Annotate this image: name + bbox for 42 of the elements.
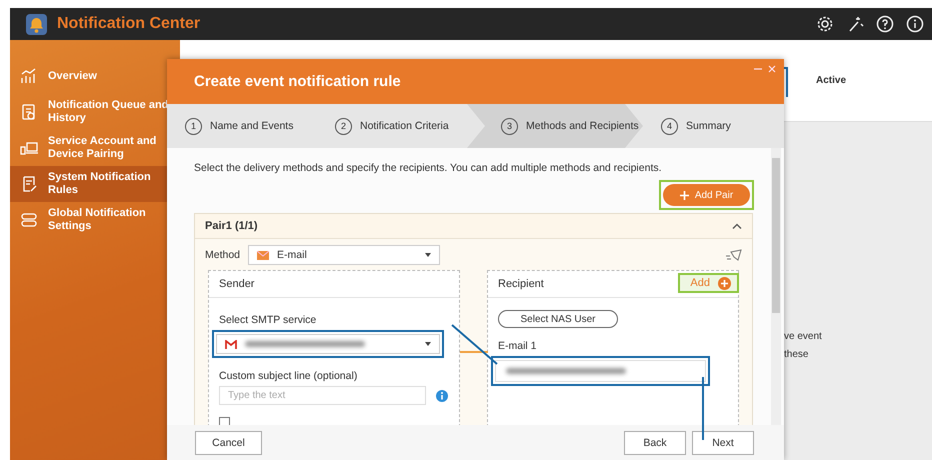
background-text: these bbox=[784, 348, 810, 362]
envelope-icon bbox=[257, 250, 270, 260]
wizard-step[interactable]: 3 Methods and Recipients bbox=[467, 104, 643, 148]
instruction-text: Select the delivery methods and specify the recipients. You can add multiple methods and recipients. bbox=[194, 162, 663, 174]
dropdown-arrow-icon bbox=[425, 253, 432, 257]
chart-icon bbox=[20, 67, 38, 85]
field-label: Custom subject line (optional) bbox=[219, 370, 358, 382]
connector-line bbox=[460, 351, 488, 353]
plus-circle-icon bbox=[718, 276, 731, 290]
next-button[interactable]: Next bbox=[692, 430, 754, 454]
send-mail-icon[interactable] bbox=[726, 249, 742, 261]
cancel-button[interactable]: Cancel bbox=[195, 430, 262, 454]
bell-app-icon bbox=[26, 14, 47, 34]
field-label: E-mail 1 bbox=[498, 340, 538, 352]
method-dropdown[interactable]: E-mail bbox=[248, 245, 440, 265]
toggles-icon bbox=[20, 211, 38, 229]
wizard-step[interactable]: 2 Notification Criteria bbox=[317, 104, 467, 148]
mail-service-icon bbox=[225, 340, 237, 348]
panel-title: Recipient bbox=[498, 278, 544, 290]
column-header: Active bbox=[816, 75, 846, 86]
panel-title: Sender bbox=[219, 278, 254, 290]
smtp-dropdown[interactable] bbox=[216, 334, 440, 354]
checkbox[interactable] bbox=[219, 417, 230, 425]
help-icon[interactable] bbox=[876, 15, 894, 33]
background-text: ve event bbox=[784, 330, 823, 344]
back-button[interactable]: Back bbox=[624, 430, 686, 454]
dialog-title: Create event notification rule bbox=[194, 73, 401, 90]
info-icon bbox=[436, 390, 448, 402]
pair-title: Pair1 (1/1) bbox=[205, 220, 258, 232]
select-user-button[interactable]: Select NAS User bbox=[498, 310, 618, 328]
wizard-step[interactable]: 4 Summary bbox=[643, 104, 784, 148]
subject-field[interactable]: Type the text bbox=[219, 386, 426, 405]
dropdown-arrow-icon bbox=[425, 342, 431, 346]
settings-icon[interactable] bbox=[816, 15, 834, 33]
scrollbar[interactable] bbox=[771, 148, 781, 425]
field-label: Select SMTP service bbox=[219, 314, 318, 326]
plus-icon bbox=[680, 190, 689, 200]
app-title: Notification Center bbox=[57, 15, 202, 33]
info-icon[interactable] bbox=[906, 15, 924, 33]
chevron-icon[interactable] bbox=[732, 223, 742, 229]
method-label: Method bbox=[205, 249, 240, 261]
close-icon[interactable] bbox=[768, 65, 776, 73]
